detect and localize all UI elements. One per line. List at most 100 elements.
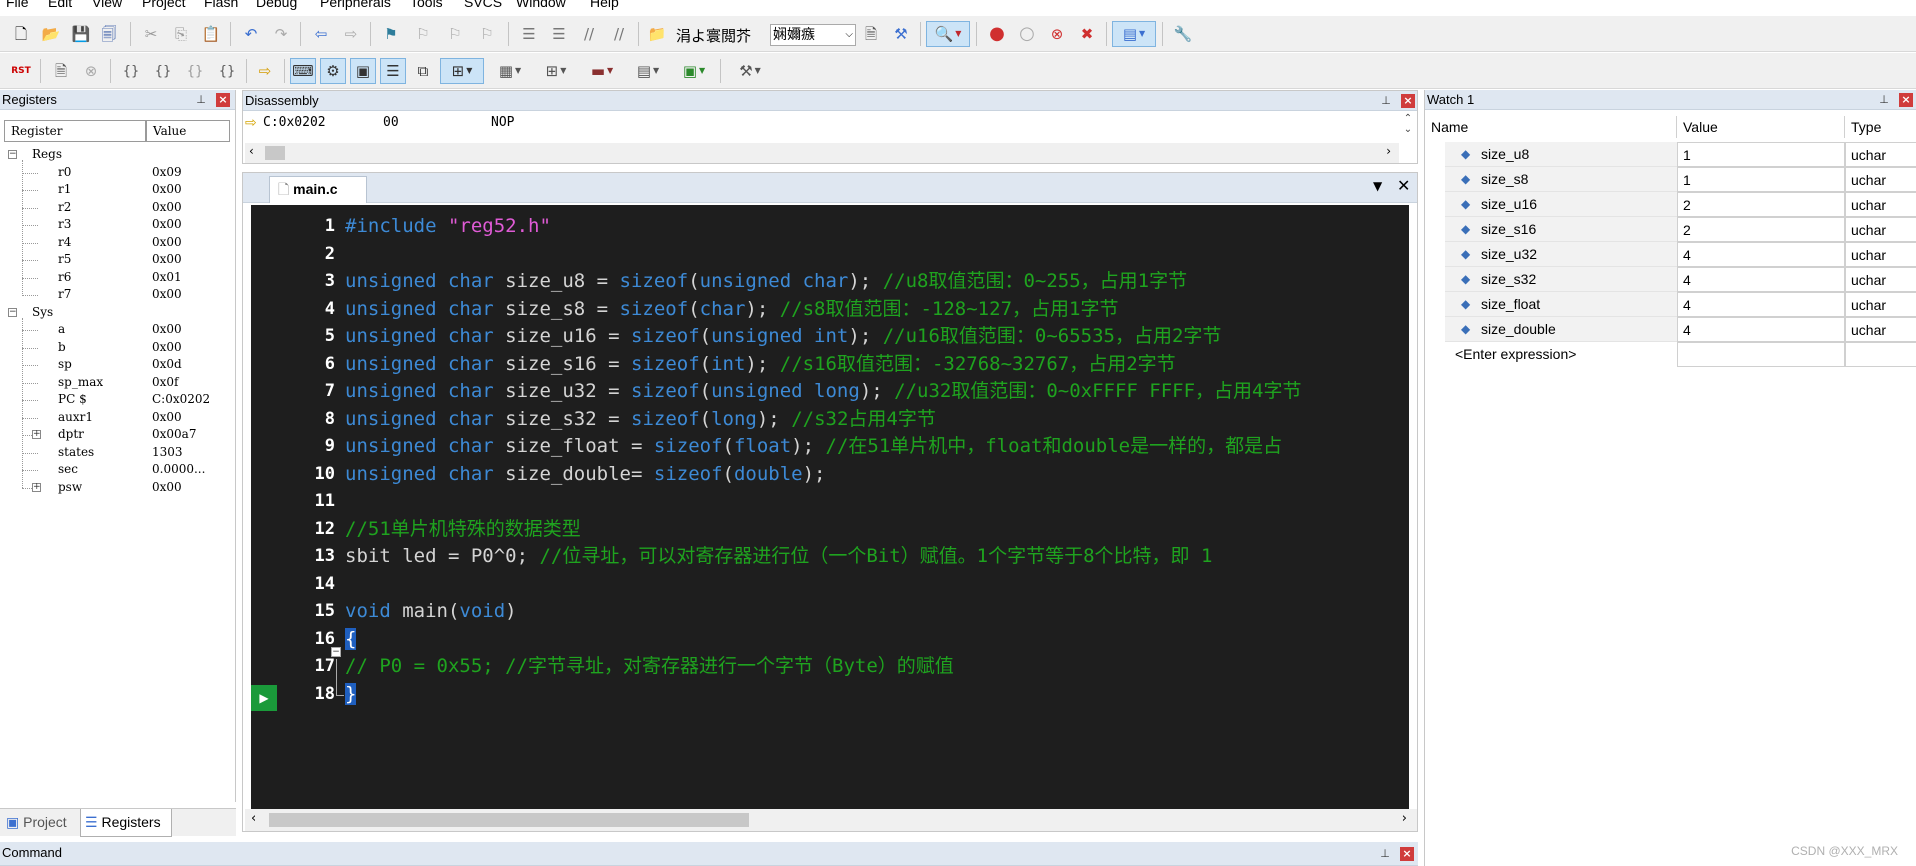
configure-icon[interactable]: 🔧 [1170,21,1196,47]
code-line[interactable]: // P0 = 0x55; //字节寻址，对寄存器进行一个字节（Byte）的赋值 [345,653,954,679]
pin-icon[interactable]: ⊥ [1378,847,1392,861]
close-icon[interactable]: × [216,93,230,107]
trace-windows-button[interactable]: ▤ ▼ [628,58,668,84]
register-row[interactable]: r4 0x00 [0,234,230,251]
editor-horizontal-scrollbar[interactable]: ‹ › [245,809,1417,831]
symbols-window-icon[interactable]: ▣ [350,58,376,84]
register-row[interactable]: r2 0x00 [0,199,230,216]
menu-debug[interactable]: Debug [256,0,297,9]
watch-row[interactable]: ◆ size_s16 2 uchar [1425,217,1916,242]
disassembly-line[interactable]: C:0x0202 00 NOP [263,115,514,130]
register-row[interactable]: PC $ C:0x0202 [0,391,230,408]
code-line[interactable]: } [345,681,357,707]
code-line[interactable]: unsigned char size_u16 = sizeof(unsigned… [345,323,1221,349]
watch-value[interactable]: 1 [1677,142,1845,167]
register-row[interactable]: r5 0x00 [0,251,230,268]
disable-all-breakpoints-icon[interactable]: ⊗ [1044,21,1070,47]
register-row[interactable]: + psw 0x00 [0,479,230,496]
code-line[interactable]: unsigned char size_u8 = sizeof(unsigned … [345,268,1187,294]
watch-row[interactable]: ◆ size_s32 4 uchar [1425,267,1916,292]
paste-icon[interactable]: 📋 [198,21,224,47]
column-header-value[interactable]: Value [1677,116,1845,138]
watch-value[interactable]: 2 [1677,217,1845,242]
pin-icon[interactable]: ⊥ [1379,94,1393,108]
register-row[interactable]: + dptr 0x00a7 [0,426,230,443]
watch-row[interactable]: ◆ size_u16 2 uchar [1425,192,1916,217]
scroll-right-icon[interactable]: › [1386,144,1391,158]
cut-icon[interactable]: ✂ [138,21,164,47]
call-stack-icon[interactable]: ⧉ [410,58,436,84]
run-to-cursor-icon[interactable]: {} [214,58,240,84]
watch-row[interactable]: ◆ size_float 4 uchar [1425,292,1916,317]
menu-file[interactable]: File [6,0,29,9]
register-row[interactable]: sec 0.0000... [0,461,230,478]
step-out-icon[interactable]: {} [182,58,208,84]
code-line[interactable]: unsigned char size_u32 = sizeof(unsigned… [345,378,1301,404]
code-line[interactable]: unsigned char size_s16 = sizeof(int); //… [345,351,1176,377]
scroll-left-icon[interactable]: ‹ [251,811,256,826]
watch-row[interactable]: ◆ size_u8 1 uchar [1425,142,1916,167]
next-bookmark-icon[interactable]: ⚐ [442,21,468,47]
build-target-combo[interactable]: 娴嬭瘯 ⌵ [770,24,856,46]
column-header-type[interactable]: Type [1845,116,1916,138]
tab-main-c[interactable]: 🗋 main.c [269,176,367,203]
watch-windows-button[interactable]: ⊞ ▼ [440,58,484,84]
target-options-icon[interactable]: 🗎 [858,21,884,47]
stop-icon[interactable]: ⊗ [78,58,104,84]
tab-registers[interactable]: ☰ Registers [80,809,172,837]
redo-icon[interactable]: ↷ [268,21,294,47]
code-line[interactable]: unsigned char size_double= sizeof(double… [345,461,826,487]
register-row[interactable]: auxr1 0x00 [0,409,230,426]
scroll-left-icon[interactable]: ‹ [249,144,254,158]
prev-bookmark-icon[interactable]: ⚐ [410,21,436,47]
pin-icon[interactable]: ⊥ [194,93,208,107]
register-row[interactable]: states 1303 [0,444,230,461]
find-in-files-icon[interactable]: 📁 [644,21,670,47]
undo-icon[interactable]: ↶ [238,21,264,47]
register-row[interactable]: r7 0x00 [0,286,230,303]
register-row[interactable]: a 0x00 [0,321,230,338]
reset-button[interactable]: RST [8,58,34,84]
close-icon[interactable]: × [1400,847,1414,861]
menu-svcs[interactable]: SVCS [464,0,502,9]
toolbox-button[interactable]: ⚒ ▼ [728,58,772,84]
scroll-thumb[interactable] [265,146,285,160]
scroll-right-icon[interactable]: › [1402,811,1407,826]
indent-icon[interactable]: ☰ [516,21,542,47]
expand-icon[interactable]: + [32,430,41,439]
pin-icon[interactable]: ⊥ [1877,93,1891,107]
new-file-icon[interactable]: 🗋 [8,21,34,47]
code-line[interactable]: #include "reg52.h" [345,213,551,239]
register-group[interactable]: Regs [0,146,230,163]
code-line[interactable]: unsigned char size_s8 = sizeof(char); //… [345,296,1118,322]
expand-icon[interactable]: + [32,482,41,492]
menu-window[interactable]: Window [516,0,566,9]
uncomment-icon[interactable]: // [606,21,632,47]
save-icon[interactable]: 💾 [68,21,94,47]
register-row[interactable]: sp_max 0x0f [0,374,230,391]
code-line[interactable]: //51单片机特殊的数据类型 [345,516,581,542]
column-header-register[interactable]: Register [4,120,146,142]
serial-windows-button[interactable]: ⊞ ▼ [536,58,576,84]
tab-project[interactable]: ▣ Project [2,811,78,835]
register-row[interactable]: sp 0x0d [0,356,230,373]
step-over-icon[interactable]: {} [150,58,176,84]
code-area[interactable]: ▶ − 1 2 3 4 5 6 7 8 9 10 11 12 13 14 15 16 17 18 #include… [251,205,1409,809]
register-row[interactable]: b 0x00 [0,339,230,356]
code-line[interactable]: sbit led = P0^0; //位寻址，可以对寄存器进行位（一个Bit）赋… [345,543,1212,569]
kill-all-breakpoints-icon[interactable]: ✖ [1074,21,1100,47]
watch-value[interactable]: 4 [1677,267,1845,292]
menu-tools[interactable]: Tools [410,0,443,9]
watch-value[interactable]: 4 [1677,242,1845,267]
horizontal-scrollbar[interactable]: ‹ › [245,143,1399,163]
code-line[interactable]: unsigned char size_float = sizeof(float)… [345,433,1282,459]
unindent-icon[interactable]: ☰ [546,21,572,47]
menu-edit[interactable]: Edit [48,0,72,9]
register-row[interactable]: r3 0x00 [0,216,230,233]
column-header-value[interactable]: Value [146,120,230,142]
debug-session-button[interactable]: 🔍 ▼ [926,21,970,47]
close-icon[interactable]: × [1899,93,1913,107]
disable-breakpoint-icon[interactable]: ○ [1014,21,1040,47]
close-icon[interactable]: × [1401,94,1415,108]
enter-expression-row[interactable]: <Enter expression> [1425,342,1916,367]
